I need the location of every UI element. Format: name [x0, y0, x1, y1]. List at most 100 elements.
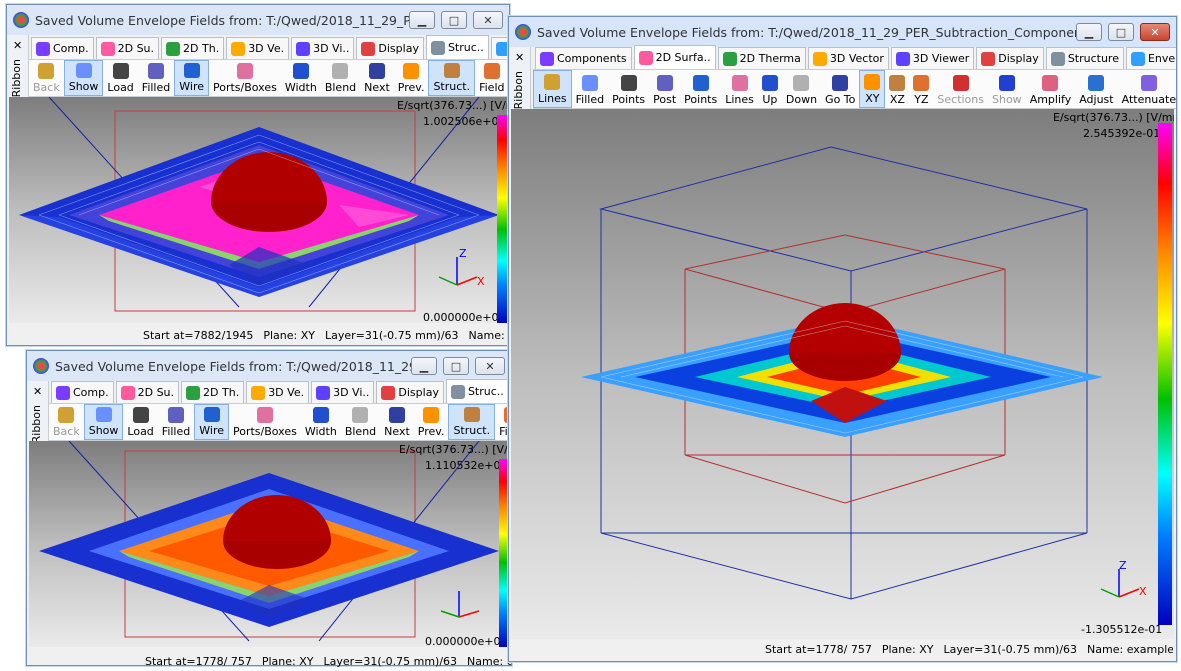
tab-4[interactable]: 3D Vi.. — [311, 381, 374, 403]
tab-3[interactable]: 3D Vector — [808, 47, 889, 69]
window-right[interactable]: Saved Volume Envelope Fields from: T:/Qw… — [508, 16, 1177, 662]
tool-button-3[interactable]: Filled — [138, 60, 174, 96]
tool-label: Next — [364, 81, 390, 94]
tool-button-10[interactable]: Struct. — [428, 60, 475, 96]
ribbon-toggle[interactable]: ✕ Ribbon — [7, 35, 29, 97]
tool-button-6[interactable]: Up — [758, 70, 782, 108]
tab-7[interactable]: Envel.. — [491, 37, 507, 59]
tool-button-6[interactable]: Width — [301, 404, 341, 440]
tab-5[interactable]: Display — [376, 381, 444, 403]
tab-4[interactable]: 3D Viewer — [891, 47, 974, 69]
tab-0[interactable]: Components — [535, 47, 632, 69]
tool-button-0[interactable]: Back — [29, 60, 64, 96]
tool-button-2[interactable]: Load — [103, 60, 137, 96]
tool-button-4[interactable]: Points — [680, 70, 721, 108]
tab-1[interactable]: 2D Su. — [96, 37, 159, 59]
close-button[interactable]: ✕ — [475, 357, 505, 375]
tool-label: Up — [762, 93, 777, 106]
tool-button-0[interactable]: Back — [49, 404, 84, 440]
close-icon[interactable]: ✕ — [33, 385, 42, 398]
minimize-button[interactable]: ▁ — [409, 11, 435, 29]
viewport-3d[interactable]: E/sqrt(376.73...) [V/mm] 1.002506e+00 0.… — [9, 97, 509, 323]
tool-label: Show — [89, 424, 119, 437]
tab-4[interactable]: 3D Vi.. — [291, 37, 354, 59]
tab-1[interactable]: 2D Surfa.. — [634, 45, 716, 69]
viewport-3d[interactable]: E/sqrt(376.73...) [V/mm] 2.545392e-01 -1… — [511, 109, 1174, 639]
maximize-button[interactable]: □ — [1108, 23, 1134, 41]
tool-button-16[interactable]: Attenuate — [1118, 70, 1176, 108]
window-bottom-left[interactable]: Saved Volume Envelope Fields from: T:/Qw… — [26, 350, 512, 666]
window-top-left[interactable]: Saved Volume Envelope Fields from: T:/Qw… — [6, 4, 510, 346]
maximize-button[interactable]: □ — [443, 357, 469, 375]
tool-button-2[interactable]: Load — [123, 404, 157, 440]
tab-0[interactable]: Comp. — [31, 37, 94, 59]
tool-button-15[interactable]: Adjust — [1075, 70, 1117, 108]
tool-button-5[interactable]: Lines — [721, 70, 758, 108]
tab-2[interactable]: 2D Th. — [181, 381, 244, 403]
tab-strip: Comp.2D Su.2D Th.3D Ve.3D Vi..DisplayStr… — [31, 35, 507, 59]
axis-x-label: X — [1139, 585, 1147, 598]
tool-button-11[interactable]: Field — [475, 60, 508, 96]
tool-button-14[interactable]: Amplify — [1026, 70, 1076, 108]
tool-button-5[interactable]: Ports/Boxes — [209, 60, 281, 96]
tool-button-7[interactable]: Blend — [341, 404, 380, 440]
tab-6[interactable]: Struc.. — [426, 35, 489, 59]
field-label: E/sqrt(376.73...) [V/mm] — [399, 443, 511, 456]
title-bar[interactable]: Saved Volume Envelope Fields from: T:/Qw… — [7, 5, 509, 35]
tab-3[interactable]: 3D Ve. — [226, 37, 289, 59]
tab-6[interactable]: Structure — [1046, 47, 1124, 69]
tab-label: 2D Therma — [740, 52, 801, 65]
tool-button-10[interactable]: XZ — [885, 70, 909, 108]
tool-button-4[interactable]: Wire — [174, 60, 209, 96]
tool-button-7[interactable]: Blend — [321, 60, 360, 96]
tool-button-1[interactable]: Show — [84, 404, 124, 440]
tool-button-9[interactable]: Prev. — [414, 404, 449, 440]
tab-7[interactable]: Envelope — [1126, 47, 1176, 69]
tab-1[interactable]: 2D Su. — [116, 381, 179, 403]
tab-2[interactable]: 2D Th. — [161, 37, 224, 59]
tool-icon — [148, 63, 164, 79]
tool-button-2[interactable]: Points — [608, 70, 649, 108]
tool-button-7[interactable]: Down — [782, 70, 821, 108]
tool-button-9[interactable]: Prev. — [394, 60, 429, 96]
tab-2[interactable]: 2D Therma — [718, 47, 806, 69]
ribbon-label: Ribbon — [10, 59, 23, 97]
tool-button-1[interactable]: Filled — [572, 70, 608, 108]
tool-button-0[interactable]: Lines — [533, 70, 572, 108]
tool-button-6[interactable]: Width — [281, 60, 321, 96]
tab-strip: Comp.2D Su.2D Th.3D Ve.3D Vi..DisplayStr… — [51, 379, 511, 403]
tool-button-1[interactable]: Show — [64, 60, 104, 96]
tab-icon — [496, 42, 507, 56]
tab-3[interactable]: 3D Ve. — [246, 381, 309, 403]
close-icon[interactable]: ✕ — [13, 39, 22, 52]
tool-button-3[interactable]: Filled — [158, 404, 194, 440]
title-bar[interactable]: Saved Volume Envelope Fields from: T:/Qw… — [27, 351, 511, 381]
tool-button-8[interactable]: Next — [360, 60, 394, 96]
tool-button-10[interactable]: Struct. — [448, 404, 495, 440]
tool-button-5[interactable]: Ports/Boxes — [229, 404, 301, 440]
tool-button-12[interactable]: Sections — [933, 70, 988, 108]
tool-button-3[interactable]: Post — [649, 70, 680, 108]
tool-icon — [464, 407, 480, 422]
tool-button-4[interactable]: Wire — [194, 404, 229, 440]
tool-button-11[interactable]: YZ — [909, 70, 933, 108]
minimize-button[interactable]: ▁ — [1076, 23, 1102, 41]
tab-5[interactable]: Display — [976, 47, 1044, 69]
close-icon[interactable]: ✕ — [515, 51, 524, 64]
tool-button-8[interactable]: Next — [380, 404, 414, 440]
minimize-button[interactable]: ▁ — [411, 357, 437, 375]
tab-icon — [56, 386, 70, 400]
close-button[interactable]: ✕ — [1140, 23, 1170, 41]
ribbon-toggle[interactable]: ✕ Ribbon — [509, 47, 531, 109]
maximize-button[interactable]: □ — [441, 11, 467, 29]
close-button[interactable]: ✕ — [473, 11, 503, 29]
tool-button-13[interactable]: Show — [988, 70, 1026, 108]
ribbon-toggle[interactable]: ✕ Ribbon — [27, 381, 49, 441]
tab-5[interactable]: Display — [356, 37, 424, 59]
title-bar[interactable]: Saved Volume Envelope Fields from: T:/Qw… — [509, 17, 1176, 47]
tool-button-8[interactable]: Go To — [821, 70, 859, 108]
tab-0[interactable]: Comp. — [51, 381, 114, 403]
tab-6[interactable]: Struc.. — [446, 379, 509, 403]
tool-button-9[interactable]: XY — [859, 70, 885, 108]
viewport-3d[interactable]: E/sqrt(376.73...) [V/mm] 1.110532e+00 0.… — [29, 441, 511, 647]
